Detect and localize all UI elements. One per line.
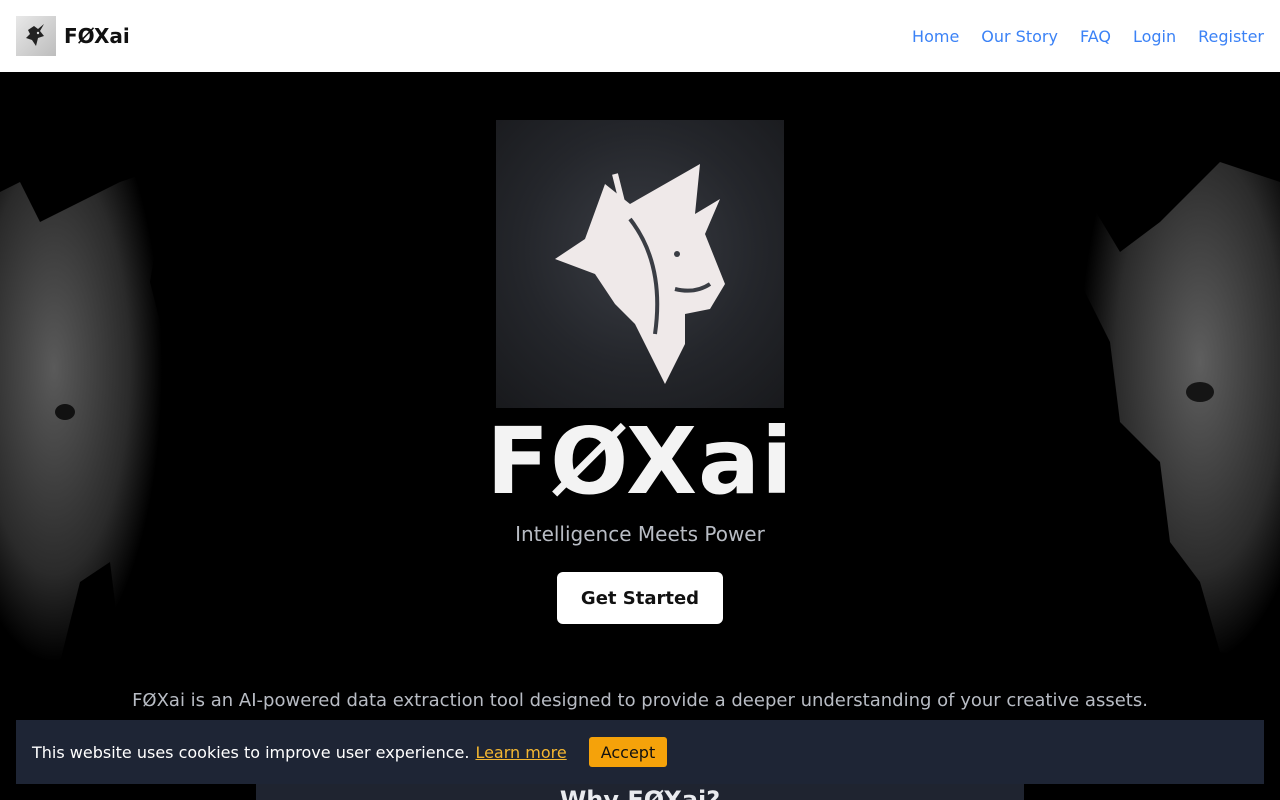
nav-home[interactable]: Home [912,27,959,46]
top-nav: FØXai Home Our Story FAQ Login Register [0,0,1280,72]
nav-login[interactable]: Login [1133,27,1176,46]
get-started-button[interactable]: Get Started [557,572,723,624]
cookie-message: This website uses cookies to improve use… [32,742,470,762]
nav-register[interactable]: Register [1198,27,1264,46]
fox-bull-logo-icon [555,164,725,384]
nav-our-story[interactable]: Our Story [981,27,1058,46]
hero-title: FØXai [486,408,794,515]
brand-name: FØXai [64,24,130,48]
brand[interactable]: FØXai [16,16,130,56]
hero-section: FØXai Intelligence Meets Power Get Start… [0,72,1280,800]
cookie-banner: This website uses cookies to improve use… [16,720,1264,784]
hero-description: FØXai is an AI-powered data extraction t… [132,690,1148,711]
why-title: Why FØXai? [559,786,721,800]
hero-logo-image [496,120,784,408]
nav-faq[interactable]: FAQ [1080,27,1111,46]
brand-logo-icon [16,16,56,56]
learn-more-link[interactable]: Learn more [475,743,566,762]
hero-subtitle: Intelligence Meets Power [515,522,765,546]
accept-cookies-button[interactable]: Accept [588,737,668,767]
main-nav: Home Our Story FAQ Login Register [912,27,1264,46]
